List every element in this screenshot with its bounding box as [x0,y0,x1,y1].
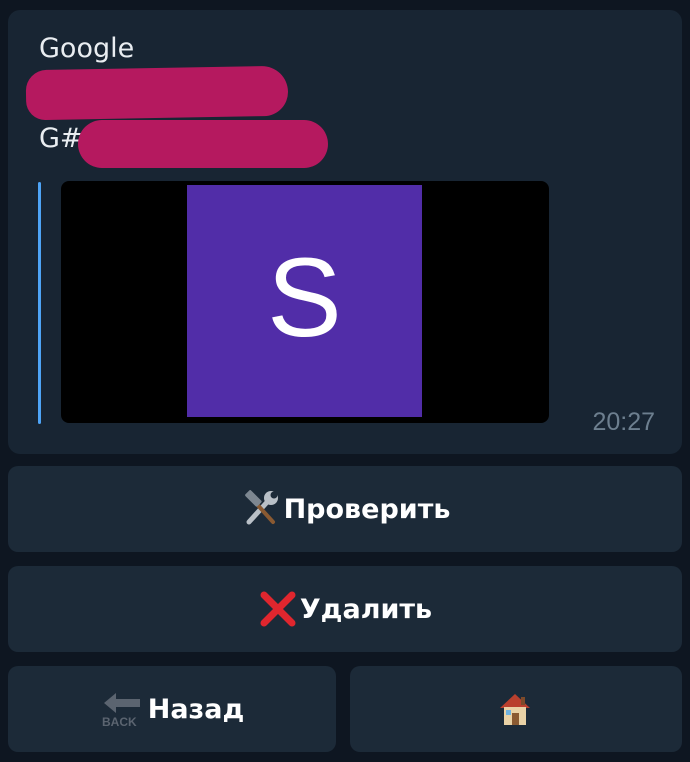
message-time: 20:27 [592,408,655,436]
link-preview-bar [38,182,41,424]
delete-button-label: Удалить [299,593,433,625]
message-bubble: Google G# S 20:27 [8,10,682,454]
message-sender: Google [39,33,135,64]
check-button[interactable]: Проверить [8,466,682,552]
hammer-and-wrench-icon [240,488,282,530]
redaction-mark [25,65,289,121]
home-button[interactable] [350,666,682,752]
message-line-prefix: G# [39,123,83,154]
back-arrow-icon: BACK [100,689,146,729]
delete-button[interactable]: Удалить [8,566,682,652]
back-icon-caption: BACK [102,715,137,729]
back-button[interactable]: BACK Назад [8,666,336,752]
check-button-label: Проверить [283,493,451,525]
cross-mark-icon [258,589,298,629]
preview-avatar-letter: S [267,235,342,360]
house-icon [495,689,535,729]
redaction-mark [78,120,328,168]
back-button-label: Назад [147,693,245,725]
preview-avatar-tile: S [187,185,422,417]
link-preview-image[interactable]: S [61,181,549,423]
